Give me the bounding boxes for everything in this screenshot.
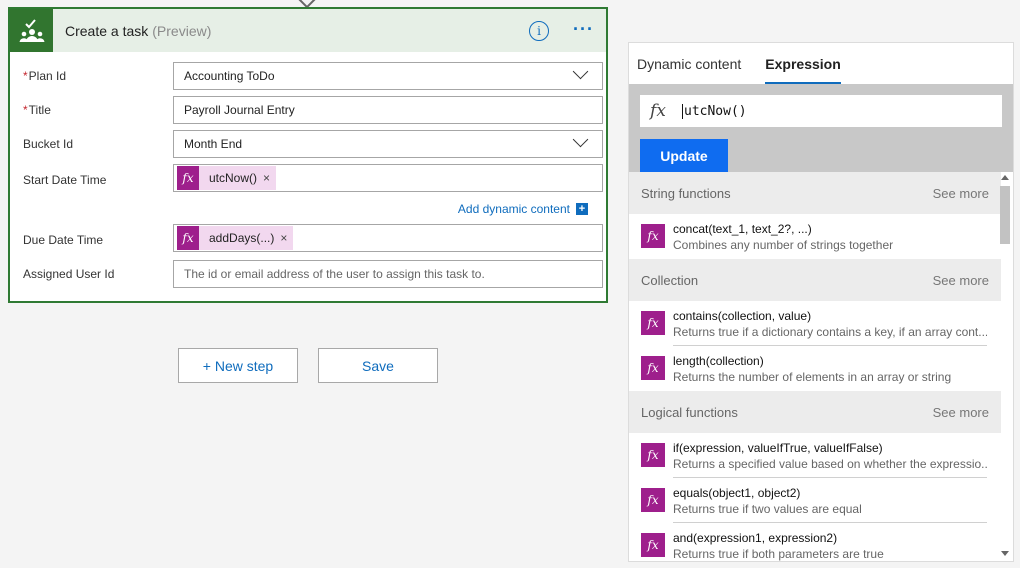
function-description: Returns true if a dictionary contains a … bbox=[673, 325, 987, 339]
see-more-link[interactable]: See more bbox=[933, 405, 989, 420]
bucket-id-value: Month End bbox=[184, 137, 243, 151]
function-name: contains(collection, value) bbox=[673, 309, 812, 323]
fx-icon: fx bbox=[641, 224, 665, 248]
function-name: length(collection) bbox=[673, 354, 764, 368]
expression-input[interactable]: fx utcNow() bbox=[640, 95, 1002, 127]
token-label: addDays(...) bbox=[209, 231, 275, 245]
scroll-thumb[interactable] bbox=[1000, 186, 1010, 244]
fx-icon: fx bbox=[641, 443, 665, 467]
function-item[interactable]: fx equals(object1, object2) Returns true… bbox=[629, 478, 1001, 523]
tab-dynamic-content[interactable]: Dynamic content bbox=[637, 56, 741, 84]
plan-id-dropdown[interactable]: Accounting ToDo bbox=[173, 62, 603, 90]
tab-expression[interactable]: Expression bbox=[765, 56, 841, 84]
section-header-string-functions: String functions See more bbox=[629, 172, 1001, 214]
card-title-text: Create a task bbox=[65, 22, 149, 39]
function-item[interactable]: fx and(expression1, expression2) Returns… bbox=[629, 523, 1001, 561]
panel-scrollbar[interactable] bbox=[998, 172, 1012, 558]
add-dynamic-content-link[interactable]: Add dynamic content + bbox=[458, 202, 588, 216]
assigned-user-input[interactable]: The id or email address of the user to a… bbox=[173, 260, 603, 288]
title-label: *Title bbox=[23, 103, 51, 117]
chevron-down-icon bbox=[572, 131, 589, 148]
panel-tabs: Dynamic content Expression bbox=[629, 43, 1013, 84]
section-title: String functions bbox=[641, 185, 731, 201]
fx-icon: fx bbox=[641, 311, 665, 335]
fx-icon: fx bbox=[177, 226, 199, 250]
see-more-link[interactable]: See more bbox=[933, 273, 989, 288]
assigned-user-label: Assigned User Id bbox=[23, 267, 115, 281]
function-name: and(expression1, expression2) bbox=[673, 531, 838, 545]
fx-icon: fx bbox=[177, 166, 199, 190]
due-date-input[interactable]: fx addDays(...) × bbox=[173, 224, 603, 252]
function-description: Combines any number of strings together bbox=[673, 238, 894, 252]
preview-label: (Preview) bbox=[152, 22, 212, 39]
expression-text: utcNow() bbox=[682, 103, 747, 119]
fx-icon: fx bbox=[641, 356, 665, 380]
function-description: Returns true if two values are equal bbox=[673, 502, 862, 516]
start-date-input[interactable]: fx utcNow() × bbox=[173, 164, 603, 192]
start-date-label: Start Date Time bbox=[23, 173, 107, 187]
expression-token[interactable]: fx utcNow() × bbox=[177, 166, 277, 190]
create-task-card: Create a task (Preview) i ··· *Plan Id Ac… bbox=[8, 7, 608, 303]
fx-icon: fx bbox=[650, 101, 666, 121]
bucket-id-label: Bucket Id bbox=[23, 137, 74, 151]
new-step-button[interactable]: + New step bbox=[178, 348, 298, 383]
save-button[interactable]: Save bbox=[318, 348, 438, 383]
section-title: Collection bbox=[641, 272, 699, 288]
dynamic-content-panel: Dynamic content Expression fx utcNow() U… bbox=[628, 42, 1014, 562]
function-description: Returns the number of elements in an arr… bbox=[673, 370, 952, 384]
info-icon[interactable]: i bbox=[529, 21, 549, 41]
section-title: Logical functions bbox=[641, 404, 738, 420]
function-item[interactable]: fx length(collection) Returns the number… bbox=[629, 346, 1001, 391]
scroll-down-icon[interactable] bbox=[1001, 551, 1009, 556]
function-name: if(expression, valueIfTrue, valueIfFalse… bbox=[673, 441, 883, 455]
plan-id-value: Accounting ToDo bbox=[184, 69, 275, 83]
function-item[interactable]: fx contains(collection, value) Returns t… bbox=[629, 301, 1001, 346]
expression-editor: fx utcNow() Update bbox=[629, 84, 1013, 172]
remove-token-icon[interactable]: × bbox=[280, 231, 293, 245]
function-description: Returns true if both parameters are true bbox=[673, 547, 884, 561]
bucket-id-dropdown[interactable]: Month End bbox=[173, 130, 603, 158]
fx-icon: fx bbox=[641, 488, 665, 512]
function-list: String functions See more fx concat(text… bbox=[629, 172, 1001, 561]
scroll-up-icon[interactable] bbox=[1001, 175, 1009, 180]
card-title: Create a task (Preview) bbox=[65, 23, 211, 39]
title-input[interactable]: Payroll Journal Entry bbox=[173, 96, 603, 124]
function-name: equals(object1, object2) bbox=[673, 486, 801, 500]
assigned-user-placeholder: The id or email address of the user to a… bbox=[184, 267, 485, 281]
remove-token-icon[interactable]: × bbox=[263, 171, 276, 185]
function-item[interactable]: fx if(expression, valueIfTrue, valueIfFa… bbox=[629, 433, 1001, 478]
card-header[interactable]: Create a task (Preview) i ··· bbox=[10, 9, 606, 52]
chevron-down-icon bbox=[572, 63, 589, 80]
due-date-label: Due Date Time bbox=[23, 233, 104, 247]
expression-token[interactable]: fx addDays(...) × bbox=[177, 226, 294, 250]
section-header-logical-functions: Logical functions See more bbox=[629, 391, 1001, 433]
function-item[interactable]: fx concat(text_1, text_2?, ...) Combines… bbox=[629, 214, 1001, 259]
ellipsis-icon[interactable]: ··· bbox=[573, 19, 594, 40]
planner-app-icon bbox=[10, 9, 53, 52]
token-label: utcNow() bbox=[209, 171, 258, 185]
plan-id-label: *Plan Id bbox=[23, 69, 67, 83]
function-description: Returns a specified value based on wheth… bbox=[673, 457, 987, 471]
plus-icon: + bbox=[576, 203, 588, 215]
function-name: concat(text_1, text_2?, ...) bbox=[673, 222, 812, 236]
fx-icon: fx bbox=[641, 533, 665, 557]
update-button[interactable]: Update bbox=[640, 139, 728, 172]
see-more-link[interactable]: See more bbox=[933, 186, 989, 201]
section-header-collection: Collection See more bbox=[629, 259, 1001, 301]
title-value: Payroll Journal Entry bbox=[184, 103, 295, 117]
